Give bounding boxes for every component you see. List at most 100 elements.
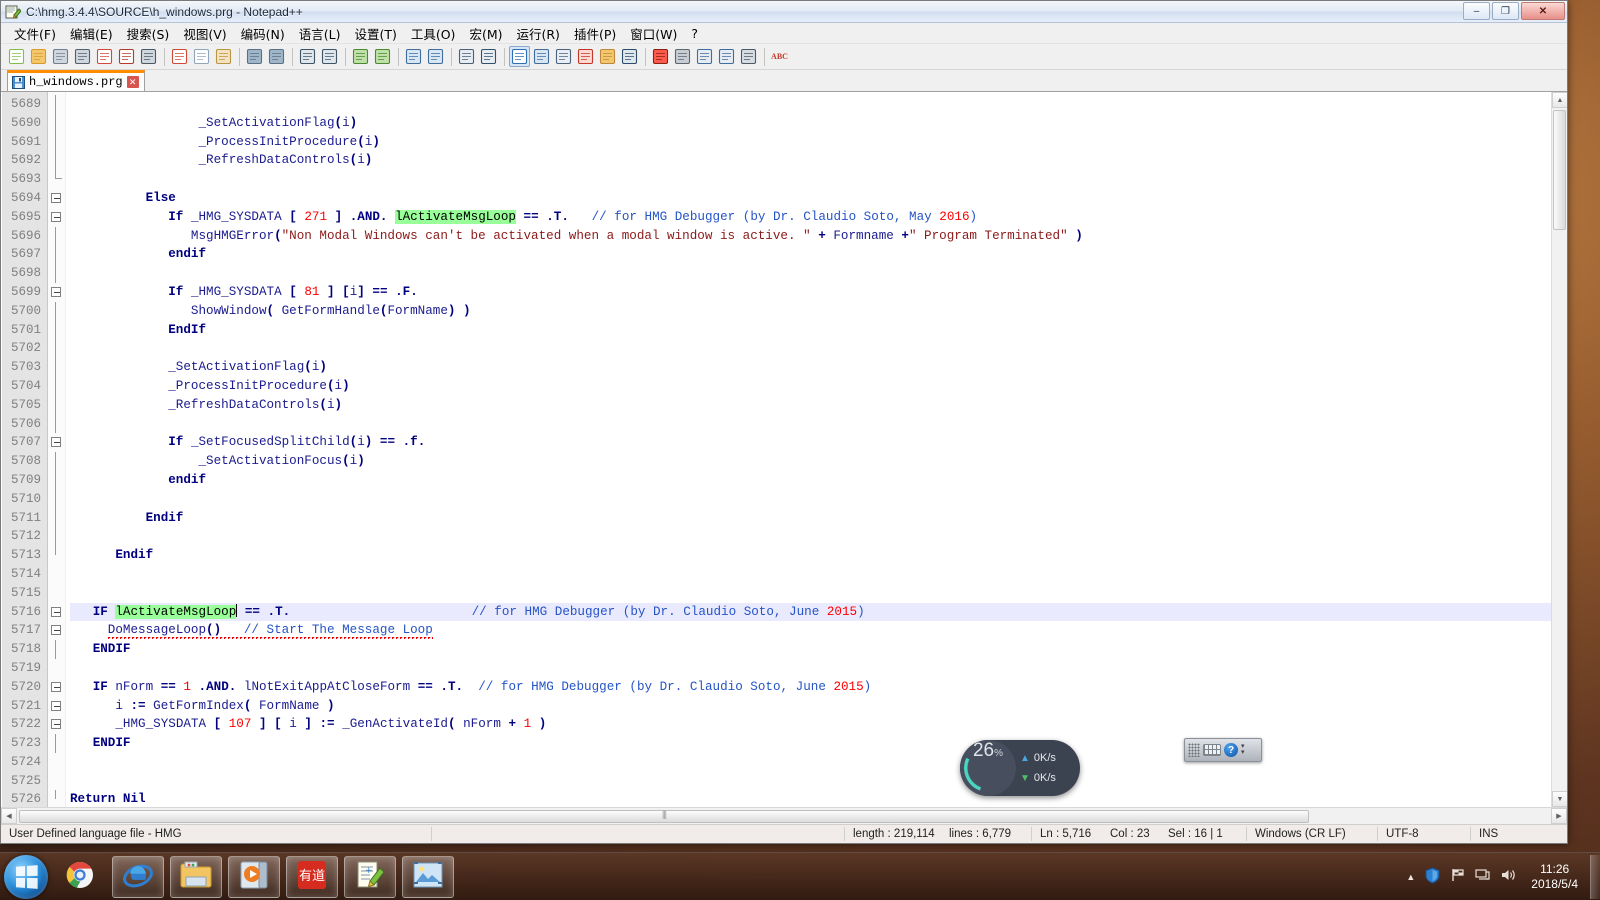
save-icon[interactable] — [50, 46, 71, 67]
show-hidden-icons-button[interactable]: ▲ — [1406, 872, 1415, 882]
taskbar-clock[interactable]: 11:26 2018/5/4 — [1525, 862, 1584, 892]
close-tab-icon[interactable]: ✕ — [127, 76, 139, 88]
network-icon[interactable] — [1475, 867, 1491, 886]
save-macro-icon[interactable] — [738, 46, 759, 67]
code-line[interactable] — [70, 772, 1567, 791]
indent-guide-icon[interactable] — [509, 46, 530, 67]
scroll-left-arrow[interactable]: ◀ — [1, 808, 17, 824]
sync-horizontal-icon[interactable] — [425, 46, 446, 67]
undo-icon[interactable] — [244, 46, 265, 67]
user-defined-dialog-icon[interactable] — [531, 46, 552, 67]
menu-settings[interactable]: 设置(T) — [347, 22, 403, 45]
vertical-scrollbar[interactable]: ▲ ▼ — [1551, 92, 1567, 807]
code-line[interactable]: If _HMG_SYSDATA [ 271 ] .AND. lActivateM… — [70, 208, 1567, 227]
menu-window[interactable]: 窗口(W) — [623, 22, 684, 45]
code-line[interactable] — [70, 415, 1567, 434]
menu-edit[interactable]: 编辑(E) — [63, 22, 120, 45]
code-line[interactable] — [70, 527, 1567, 546]
code-line[interactable]: If _SetFocusedSplitChild(i) == .f. — [70, 433, 1567, 452]
code-text-area[interactable]: _SetActivationFlag(i) _ProcessInitProced… — [66, 92, 1567, 807]
show-folder-as-workspace-icon[interactable] — [597, 46, 618, 67]
code-line[interactable] — [70, 170, 1567, 189]
floating-mini-toolbar[interactable]: ? ▾▾ — [1184, 738, 1262, 762]
taskbar-internet-explorer[interactable] — [112, 856, 164, 898]
code-line[interactable]: _ProcessInitProcedure(i) — [70, 133, 1567, 152]
code-line[interactable]: _HMG_SYSDATA [ 107 ] [ i ] := _GenActiva… — [70, 715, 1567, 734]
code-line[interactable]: IF nForm == 1 .AND. lNotExitAppAtCloseFo… — [70, 678, 1567, 697]
code-line[interactable] — [70, 339, 1567, 358]
flag-action-center-icon[interactable] — [1450, 867, 1466, 886]
taskbar-file-explorer[interactable] — [170, 856, 222, 898]
code-line[interactable]: _SetActivationFlag(i) — [70, 358, 1567, 377]
vertical-scroll-thumb[interactable] — [1553, 110, 1566, 230]
menu-macro[interactable]: 宏(M) — [462, 22, 509, 45]
code-line[interactable]: ENDIF — [70, 640, 1567, 659]
editor-area[interactable]: 5689569056915692569356945695569656975698… — [1, 92, 1567, 807]
code-line[interactable]: ShowWindow( GetFormHandle(FormName) ) — [70, 302, 1567, 321]
show-function-list-icon[interactable] — [575, 46, 596, 67]
cut-icon[interactable] — [169, 46, 190, 67]
document-tab-h-windows-prg[interactable]: h_windows.prg ✕ — [7, 70, 145, 91]
code-line[interactable]: Else — [70, 189, 1567, 208]
code-line[interactable]: MsgHMGError("Non Modal Windows can't be … — [70, 227, 1567, 246]
fold-marker[interactable] — [48, 189, 65, 208]
replace-icon[interactable] — [319, 46, 340, 67]
taskbar-photo-viewer[interactable] — [402, 856, 454, 898]
menu-plugins[interactable]: 插件(P) — [567, 22, 623, 45]
code-line[interactable] — [70, 659, 1567, 678]
code-line[interactable]: Endif — [70, 546, 1567, 565]
maximize-button[interactable]: ❐ — [1492, 2, 1519, 20]
code-line[interactable]: endif — [70, 471, 1567, 490]
word-wrap-icon[interactable] — [456, 46, 477, 67]
code-line[interactable] — [70, 565, 1567, 584]
code-line[interactable]: DoMessageLoop() // Start The Message Loo… — [70, 621, 1567, 640]
code-line[interactable]: _SetActivationFocus(i) — [70, 452, 1567, 471]
show-all-characters-icon[interactable] — [478, 46, 499, 67]
save-all-icon[interactable] — [72, 46, 93, 67]
horizontal-scroll-thumb[interactable] — [19, 810, 1309, 823]
horizontal-scrollbar[interactable]: ◀ ▶ — [1, 807, 1567, 824]
code-line[interactable] — [70, 490, 1567, 509]
fold-marker[interactable] — [48, 283, 65, 302]
taskbar-chrome[interactable] — [54, 856, 106, 898]
fold-marker[interactable] — [48, 208, 65, 227]
spell-check-icon[interactable]: ABC — [769, 46, 790, 67]
run-macro-multiple-icon[interactable] — [716, 46, 737, 67]
close-file-icon[interactable] — [94, 46, 115, 67]
playback-icon[interactable] — [694, 46, 715, 67]
code-line[interactable]: _RefreshDataControls(i) — [70, 396, 1567, 415]
menu-encoding[interactable]: 编码(N) — [234, 22, 292, 45]
code-line[interactable]: Return Nil — [70, 790, 1567, 807]
new-file-icon[interactable] — [6, 46, 27, 67]
menu-help[interactable]: ? — [684, 24, 705, 43]
show-document-map-icon[interactable] — [553, 46, 574, 67]
code-folding-column[interactable] — [48, 92, 66, 807]
menu-file[interactable]: 文件(F) — [7, 22, 63, 45]
chevron-down-icon[interactable]: ▾▾ — [1241, 744, 1245, 756]
scroll-down-arrow[interactable]: ▼ — [1552, 791, 1567, 807]
grip-dots-icon[interactable] — [1188, 743, 1200, 757]
stop-recording-icon[interactable] — [672, 46, 693, 67]
code-line[interactable]: EndIf — [70, 321, 1567, 340]
keyboard-icon[interactable] — [1203, 744, 1221, 756]
print-icon[interactable] — [138, 46, 159, 67]
zoom-out-icon[interactable] — [372, 46, 393, 67]
fold-marker[interactable] — [48, 621, 65, 640]
menu-run[interactable]: 运行(R) — [509, 22, 566, 45]
volume-icon[interactable] — [1500, 867, 1516, 886]
code-line[interactable]: _SetActivationFlag(i) — [70, 114, 1567, 133]
scroll-up-arrow[interactable]: ▲ — [1552, 92, 1567, 108]
code-line[interactable] — [70, 95, 1567, 114]
code-line-current[interactable]: IF lActivateMsgLoop == .T. // for HMG De… — [70, 603, 1567, 622]
taskbar-media-player[interactable] — [228, 856, 280, 898]
taskbar-youdao[interactable]: 有道 — [286, 856, 338, 898]
fold-marker[interactable] — [48, 433, 65, 452]
paste-icon[interactable] — [213, 46, 234, 67]
title-bar[interactable]: C:\hmg.3.4.4\SOURCE\h_windows.prg - Note… — [1, 1, 1567, 23]
menu-tools[interactable]: 工具(O) — [404, 22, 463, 45]
zoom-in-icon[interactable] — [350, 46, 371, 67]
menu-language[interactable]: 语言(L) — [292, 22, 348, 45]
fold-marker[interactable] — [48, 697, 65, 716]
sync-vertical-icon[interactable] — [403, 46, 424, 67]
code-line[interactable]: _RefreshDataControls(i) — [70, 151, 1567, 170]
